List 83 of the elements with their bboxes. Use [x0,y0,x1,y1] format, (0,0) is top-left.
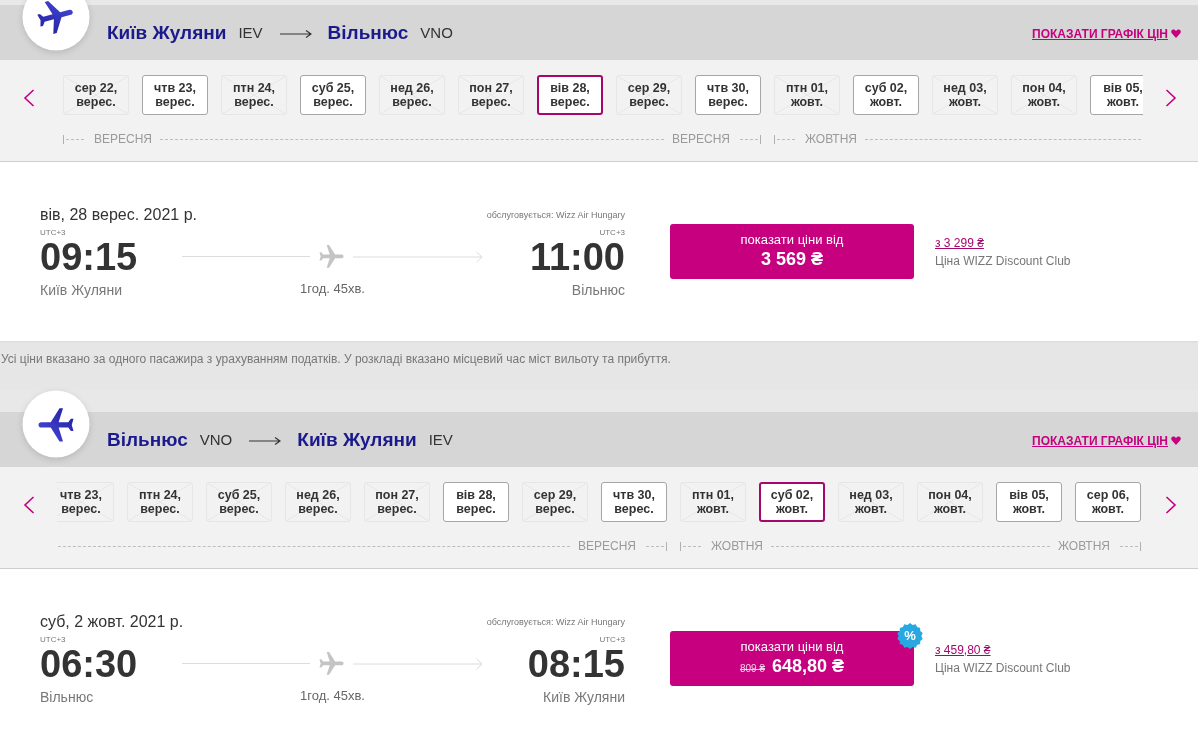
arrival-city: Київ Жуляни [297,427,417,452]
date-card[interactable]: нед 26, верес. [379,75,445,115]
timezone-label: UTC+3 [598,227,625,238]
airport-code: IEV [428,429,453,450]
plane-icon [318,244,345,269]
date-card[interactable]: чтв 30, верес. [695,75,761,115]
arrow-icon [279,28,312,39]
arrival-time: 11:00 [528,237,625,276]
show-prices-button[interactable]: показати ціни від 3 569 ₴ [670,224,914,279]
date-card[interactable]: птн 24, верес. [127,482,193,522]
plane-icon [318,651,345,676]
date-card[interactable]: сер 29, верес. [616,75,682,115]
month-label: ЖОВТНЯ [804,132,858,146]
club-price-link[interactable]: з 3 299 ₴ [935,235,984,250]
date-card[interactable]: нед 03, жовт. [932,75,998,115]
date-card[interactable]: пон 04, жовт. [917,482,983,522]
departure-city: Київ Жуляни [40,280,123,299]
plane-icon [22,390,90,458]
departure-time: 06:30 [40,644,139,683]
heart-icon [1171,436,1181,445]
heart-icon [1171,29,1181,38]
price-chart-link[interactable]: ПОКАЗАТИ ГРАФІК ЦІН [1032,26,1181,41]
arrival-city: Вільнюс [327,20,409,45]
month-label: ВЕРЕСНЯ [93,132,153,146]
date-card[interactable]: сер 06, жовт. [1075,482,1141,522]
operator-text: обслуговується: Wizz Air Hungary [486,208,625,221]
month-label: ВЕРЕСНЯ [577,539,637,553]
month-label: ЖОВТНЯ [710,539,764,553]
price-note: Усі ціни вказано за одного пасажира з урахуванням податків. У розкладі вказано місцевий час міст вильоту та прибуття. [0,351,672,368]
arrival-time: 08:15 [526,644,625,683]
departure-city: Вільнюс [40,687,95,706]
month-label: ЖОВТНЯ [1057,539,1111,553]
date-card[interactable]: чтв 23, верес. [57,482,114,522]
date-card[interactable]: вів 05, жовт. [996,482,1062,522]
departure-city: Київ Жуляни [107,20,227,45]
arrival-city: Вільнюс [570,280,625,299]
date-card[interactable]: вів 28, верес. [537,75,603,115]
month-label: ВЕРЕСНЯ [671,132,731,146]
flight-duration: 1год. 45хв. [299,279,366,298]
departure-time: 09:15 [40,237,139,276]
departure-city: Вільнюс [107,427,188,452]
date-card[interactable]: сер 29, верес. [522,482,588,522]
date-card[interactable]: чтв 23, верес. [142,75,208,115]
date-card[interactable]: нед 03, жовт. [838,482,904,522]
date-card[interactable]: вів 28, верес. [443,482,509,522]
chevron-left-icon [22,89,35,107]
date-card[interactable]: птн 01, жовт. [774,75,840,115]
price-chart-link[interactable]: ПОКАЗАТИ ГРАФІК ЦІН [1032,433,1181,448]
plane-icon [22,0,90,51]
date-card[interactable]: сер 22, верес. [63,75,129,115]
arrow-icon [353,250,483,263]
arrow-icon [353,657,483,670]
date-card[interactable]: пон 27, верес. [364,482,430,522]
club-price-label: Ціна WIZZ Discount Club [935,253,1071,268]
airport-code: VNO [199,429,233,450]
flight-duration: 1год. 45хв. [299,686,366,705]
airport-code: IEV [238,22,263,43]
date-card[interactable]: суб 02, жовт. [853,75,919,115]
chevron-left-icon [22,496,35,514]
date-card[interactable]: пон 04, жовт. [1011,75,1077,115]
timezone-label: UTC+3 [40,227,67,238]
date-card[interactable]: чтв 30, верес. [601,482,667,522]
flight-date: вів, 28 верес. 2021 р. [40,204,197,225]
club-price-label: Ціна WIZZ Discount Club [935,660,1071,675]
arrow-icon [249,435,282,446]
timezone-label: UTC+3 [598,634,625,645]
arrival-city: Київ Жуляни [542,687,625,706]
flight-date: суб, 2 жовт. 2021 р. [40,611,184,632]
date-card[interactable]: вів 05, жовт. [1090,75,1143,115]
chevron-right-icon [1164,89,1177,107]
date-card[interactable]: птн 24, верес. [221,75,287,115]
airport-code: VNO [420,22,453,43]
date-card[interactable]: суб 02, жовт. [759,482,825,522]
chevron-right-icon [1164,496,1177,514]
club-price-link[interactable]: з 459,80 ₴ [935,642,991,657]
date-card[interactable]: суб 25, верес. [206,482,272,522]
operator-text: обслуговується: Wizz Air Hungary [486,615,625,628]
date-card[interactable]: пон 27, верес. [458,75,524,115]
date-card[interactable]: птн 01, жовт. [680,482,746,522]
date-card[interactable]: суб 25, верес. [300,75,366,115]
timezone-label: UTC+3 [40,634,67,645]
date-card[interactable]: нед 26, верес. [285,482,351,522]
discount-badge: % [897,623,923,649]
